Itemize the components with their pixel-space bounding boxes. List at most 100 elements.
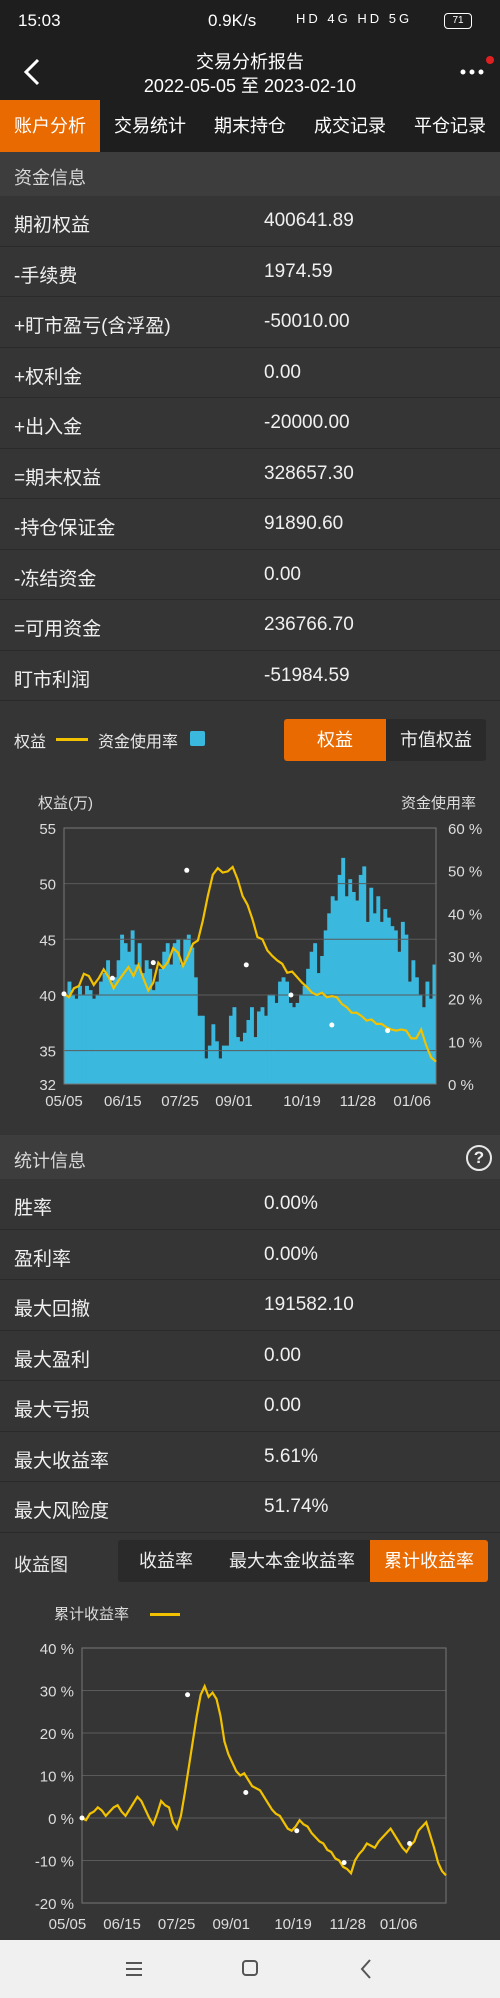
row-label: 胜率 — [14, 1198, 53, 1219]
row-label: 盈利率 — [14, 1248, 72, 1270]
y2-tick-label: 30 % — [448, 949, 482, 966]
usage-bar — [397, 951, 402, 1084]
row-label: -持仓保证金 — [14, 518, 116, 539]
usage-bar — [71, 994, 75, 1084]
y-tick-label: 40 % — [40, 1641, 74, 1658]
table-row: 胜率 0.00% — [0, 1179, 500, 1230]
status-time: 15:03 — [18, 11, 61, 30]
cumulative-return-chart: 累计收益率 40 % 30 % 20 % 10 % 0 % -10 % -20 % 05/05 0… — [35, 1606, 447, 1933]
toggle-max-principal-return[interactable]: 最大本金收益率 — [214, 1540, 370, 1582]
equity-chart-controls: 权益 资金使用率 权益 市值权益 — [0, 712, 500, 766]
x-tick-label: 11/28 — [340, 1093, 376, 1110]
usage-bar — [176, 938, 181, 1084]
x-tick-label: 01/06 — [380, 1916, 418, 1933]
row-label: +权利金 — [14, 366, 83, 388]
usage-bar — [130, 930, 135, 1084]
usage-bar — [418, 994, 423, 1084]
usage-bar — [193, 977, 198, 1084]
tab-trade-stats[interactable]: 交易统计 — [100, 100, 200, 152]
usage-bar — [274, 1002, 279, 1084]
equity-point — [288, 992, 294, 998]
table-row: 盈利率 0.00% — [0, 1230, 500, 1280]
usage-bar — [313, 943, 318, 1084]
table-row: =可用资金 236766.70 — [0, 600, 500, 651]
tab-fill-records[interactable]: 成交记录 — [300, 100, 400, 152]
x-tick-label: 10/19 — [274, 1916, 312, 1933]
usage-bar — [225, 1045, 230, 1084]
table-row: 最大盈利 0.00 — [0, 1331, 500, 1381]
equity-point — [184, 867, 190, 873]
return-line — [81, 1683, 447, 1877]
y2-tick-label: 40 % — [448, 906, 482, 923]
usage-bar — [253, 1037, 258, 1084]
row-value: 0.00% — [264, 1243, 318, 1265]
menu-icon[interactable] — [114, 1952, 154, 1986]
row-value: 5.61% — [264, 1445, 318, 1467]
toggle-cumulative-return[interactable]: 累计收益率 — [370, 1540, 488, 1582]
x-tick-label: 06/15 — [103, 1916, 141, 1933]
table-row: -冻结资金 0.00 — [0, 550, 500, 600]
usage-bar — [309, 951, 314, 1084]
legend-usage-label: 资金使用率 — [98, 734, 179, 751]
usage-bar — [355, 900, 360, 1084]
usage-bar — [120, 934, 125, 1084]
y-tick-label: 30 % — [40, 1684, 74, 1701]
legend-swatch — [150, 1613, 180, 1616]
help-icon[interactable]: ? — [466, 1145, 492, 1171]
y-tick-label: 50 — [39, 877, 56, 894]
table-row: 期初权益 400641.89 — [0, 196, 500, 247]
usage-bar — [228, 1015, 233, 1084]
toggle-market-equity[interactable]: 市值权益 — [386, 719, 486, 761]
funds-table: 期初权益 400641.89 -手续费 1974.59 +盯市盈亏(含浮盈) -500… — [0, 196, 500, 701]
usage-bar — [239, 1041, 244, 1084]
return-point — [243, 1790, 249, 1795]
usage-bar — [292, 1007, 297, 1084]
return-point — [185, 1692, 191, 1698]
tab-account-analysis[interactable]: 账户分析 — [0, 100, 100, 152]
usage-bar — [376, 896, 381, 1084]
table-row: 盯市利润 -51984.59 — [0, 651, 500, 701]
return-point — [341, 1860, 347, 1866]
usage-bar — [257, 1011, 261, 1084]
usage-bar — [85, 985, 89, 1084]
usage-bar — [99, 981, 104, 1084]
tab-end-positions[interactable]: 期末持仓 — [200, 100, 300, 152]
x-tick-label: 01/06 — [393, 1093, 431, 1110]
table-row: 最大亏损 0.00 — [0, 1381, 500, 1432]
y-tick-label: 0 % — [48, 1811, 74, 1828]
x-tick-label: 10/19 — [283, 1093, 321, 1110]
more-options-icon[interactable] — [458, 58, 488, 86]
usage-bar — [414, 977, 419, 1084]
usage-bar — [179, 964, 184, 1084]
return-point — [79, 1815, 85, 1821]
usage-bar — [348, 879, 353, 1084]
square-icon[interactable] — [230, 1952, 270, 1986]
usage-bar — [211, 1024, 216, 1084]
usage-bar — [123, 943, 128, 1084]
usage-bar — [411, 960, 416, 1084]
y2-tick-label: 50 % — [448, 864, 482, 881]
row-value: 0.00% — [264, 1193, 318, 1214]
toggle-equity[interactable]: 权益 — [284, 719, 386, 761]
equity-point — [329, 1022, 335, 1028]
row-value: -51984.59 — [264, 664, 350, 686]
tab-close-records[interactable]: 平仓记录 — [400, 100, 500, 152]
toggle-return-rate[interactable]: 收益率 — [118, 1540, 214, 1582]
usage-bar — [151, 990, 156, 1084]
back-triangle-icon[interactable] — [346, 1952, 386, 1986]
return-mode-toggle: 收益率 最大本金收益率 累计收益率 — [118, 1540, 488, 1582]
equity-point — [61, 991, 67, 997]
table-row: +权利金 0.00 — [0, 348, 500, 398]
y2-tick-label: 0 % — [448, 1077, 474, 1094]
usage-bar — [320, 956, 325, 1084]
usage-bar — [109, 981, 114, 1084]
usage-bar — [295, 1002, 300, 1084]
row-value: -20000.00 — [264, 412, 350, 433]
usage-bar — [271, 994, 275, 1084]
return-point — [407, 1841, 413, 1846]
x-tick-label: 05/05 — [49, 1916, 87, 1933]
battery-icon: 71 — [444, 13, 472, 29]
equity-point — [150, 960, 156, 966]
y-tick-label: -10 % — [35, 1854, 74, 1871]
usage-bar — [404, 934, 409, 1084]
